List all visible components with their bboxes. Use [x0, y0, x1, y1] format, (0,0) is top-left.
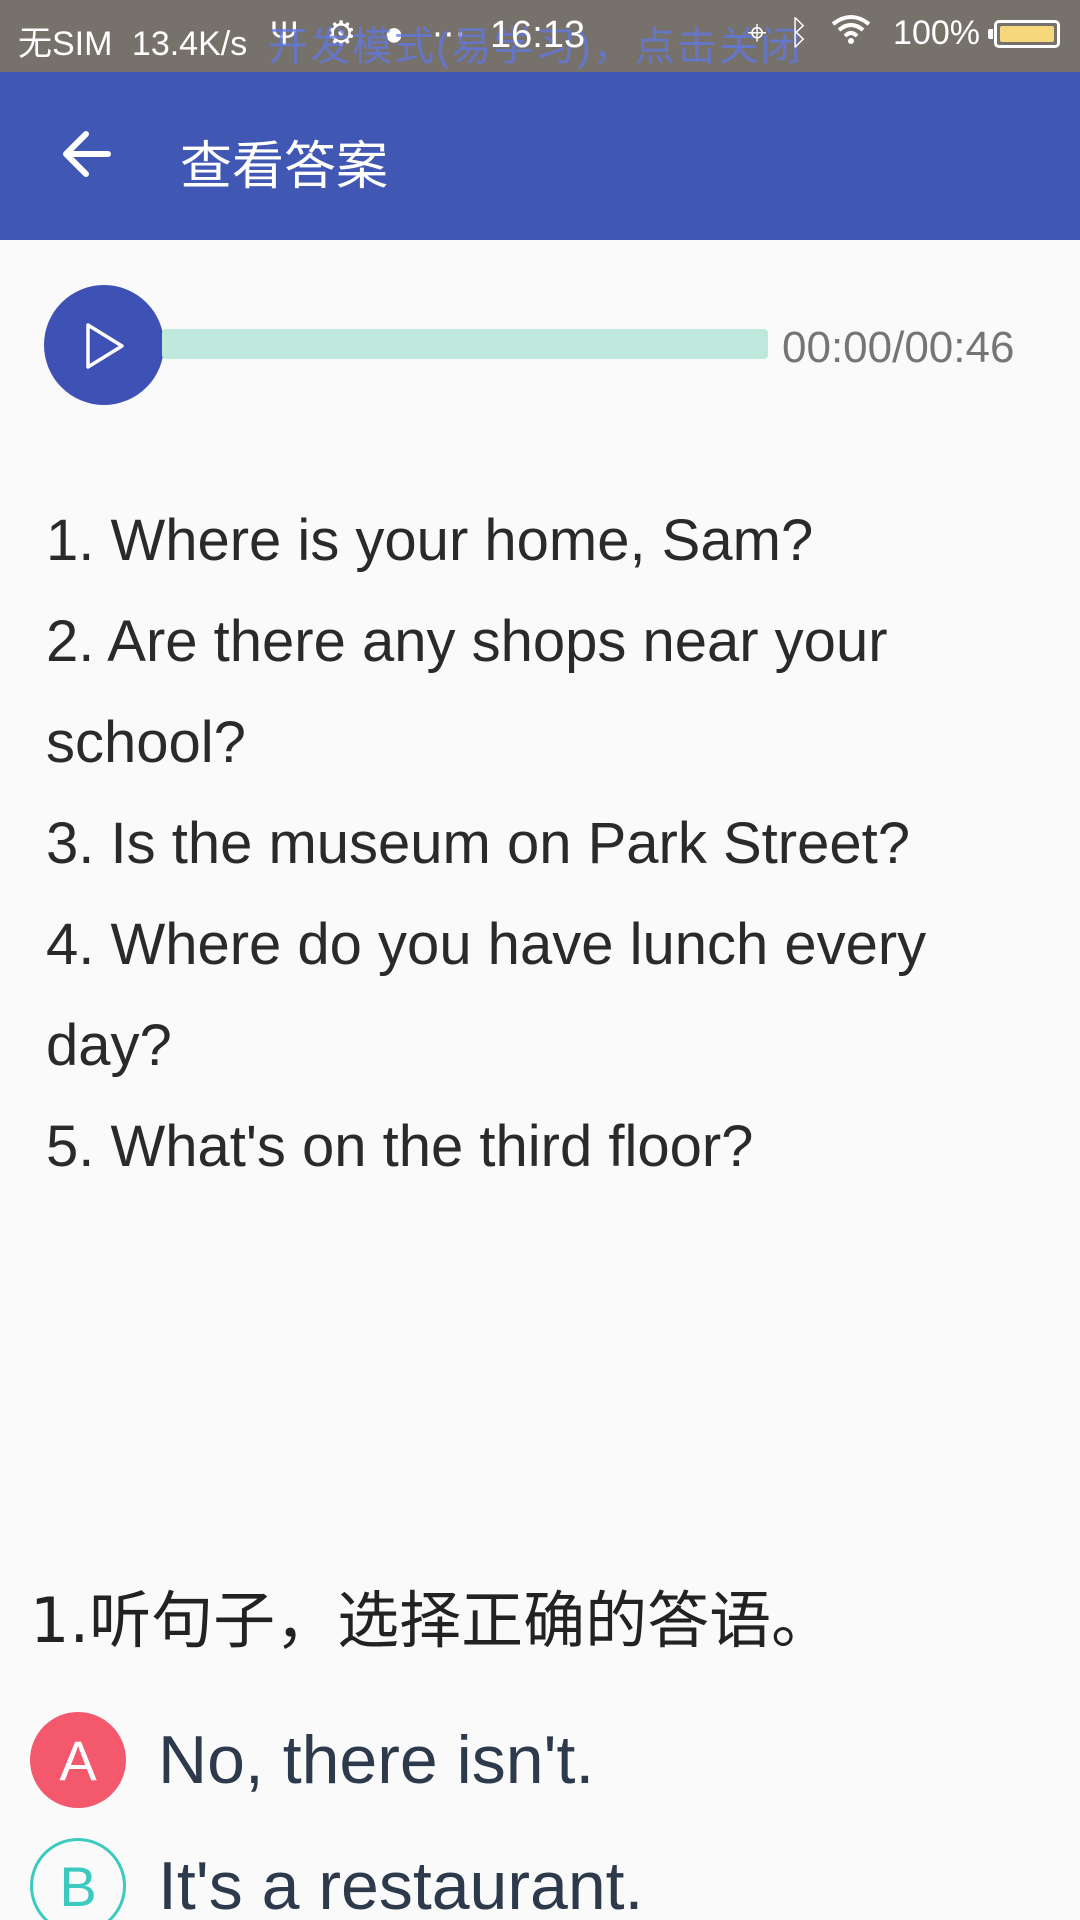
transcript-line: 1. Where is your home, Sam?	[46, 508, 814, 573]
play-button[interactable]	[44, 285, 164, 405]
audio-player: 00:00/00:46	[44, 285, 1044, 405]
net-speed-label: 13.4K/s	[131, 25, 248, 63]
play-icon	[86, 323, 124, 369]
carrier-label: 无SIM	[18, 25, 113, 63]
option-a[interactable]: A No, there isn't.	[30, 1710, 594, 1810]
bluetooth-icon: ᛒ	[788, 14, 810, 52]
transcript-line: 3. Is the museum on Park Street?	[46, 811, 910, 876]
transcript: 1. Where is your home, Sam? 2. Are there…	[46, 490, 1026, 1197]
status-right: ⌖ ᛒ 100%	[725, 14, 1060, 53]
page-title: 查看答案	[180, 137, 389, 197]
audio-time-label: 00:00/00:46	[782, 323, 1015, 372]
transcript-line: 4. Where do you have lunch every day?	[46, 912, 927, 1078]
option-b[interactable]: B It's a restaurant.	[30, 1836, 643, 1920]
back-arrow-icon[interactable]	[58, 126, 114, 182]
location-icon: ⌖	[747, 14, 767, 52]
option-letter-badge: B	[30, 1838, 126, 1920]
status-bar: 无SIM 13.4K/s Ψ ⚙ ● ⋯ 开发模式(易学习)，点击关闭 16:1…	[0, 0, 1080, 72]
option-text: It's a restaurant.	[158, 1848, 644, 1920]
screen: 无SIM 13.4K/s Ψ ⚙ ● ⋯ 开发模式(易学习)，点击关闭 16:1…	[0, 0, 1080, 1920]
app-bar: 查看答案	[0, 72, 1080, 240]
option-letter-badge: A	[30, 1712, 126, 1808]
transcript-line: 2. Are there any shops near your school?	[46, 609, 888, 775]
transcript-line: 5. What's on the third floor?	[46, 1114, 754, 1179]
option-text: No, there isn't.	[158, 1722, 595, 1798]
audio-progress-bar[interactable]	[162, 329, 768, 359]
status-time: 16:13	[490, 14, 586, 56]
battery-percent: 100%	[893, 14, 980, 52]
battery-icon	[988, 19, 1060, 48]
status-left: 无SIM 13.4K/s	[18, 16, 257, 65]
question-title: 1.听句子，选择正确的答语。	[30, 1584, 834, 1657]
wifi-icon	[831, 14, 871, 53]
